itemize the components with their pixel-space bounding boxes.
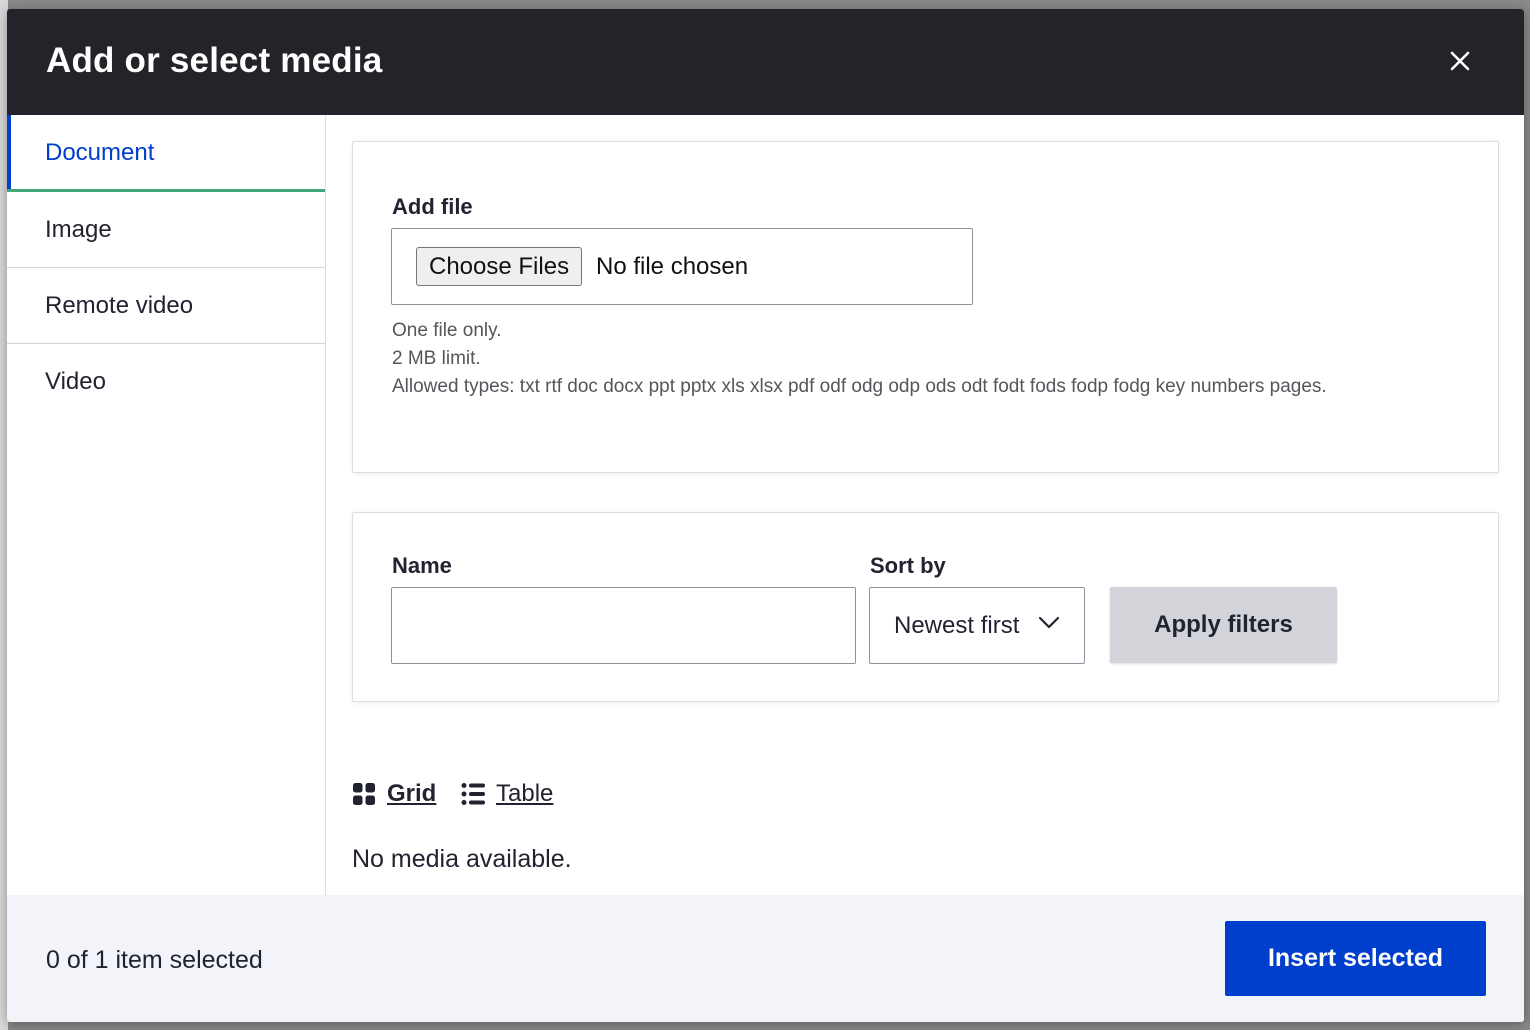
tab-document[interactable]: Document [7, 115, 325, 192]
grid-view-link[interactable]: Grid [352, 780, 436, 808]
grid-view-label: Grid [387, 780, 437, 807]
file-status-text: No file chosen [596, 253, 749, 280]
add-file-label: Add file [392, 194, 473, 219]
file-upload-field[interactable]: Choose Files No file chosen [391, 228, 973, 305]
tab-label: Video [45, 368, 106, 395]
selected-count-text: 0 of 1 item selected [46, 946, 263, 974]
filter-card: Name Sort by Newest first Apply filters [352, 512, 1499, 702]
sort-selected-value: Newest first [894, 612, 1020, 639]
close-button[interactable] [1446, 47, 1474, 75]
close-icon [1450, 51, 1470, 71]
dialog-title: Add or select media [46, 41, 383, 80]
apply-filters-button[interactable]: Apply filters [1110, 587, 1337, 663]
chevron-down-icon [1038, 616, 1060, 629]
table-view-label: Table [496, 780, 554, 807]
list-icon [461, 783, 485, 805]
help-line: Allowed types: txt rtf doc docx ppt pptx… [392, 376, 1327, 397]
media-main-panel: Add file Choose Files No file chosen One… [327, 115, 1524, 895]
media-dialog: Add or select media Document Image Remot… [7, 9, 1524, 1022]
upload-card: Add file Choose Files No file chosen One… [352, 141, 1499, 473]
tab-label: Remote video [45, 292, 194, 319]
tab-label: Image [45, 216, 112, 243]
name-label: Name [392, 553, 452, 578]
tab-remote-video[interactable]: Remote video [7, 268, 325, 344]
tab-image[interactable]: Image [7, 192, 325, 268]
dialog-titlebar: Add or select media [7, 9, 1524, 115]
sort-by-label: Sort by [870, 553, 946, 578]
choose-files-button[interactable]: Choose Files [416, 247, 583, 286]
help-line: 2 MB limit. [392, 348, 481, 369]
upload-help-text: One file only. 2 MB limit. Allowed types… [392, 317, 1327, 401]
table-view-link[interactable]: Table [461, 780, 553, 808]
name-filter-input[interactable] [391, 587, 856, 664]
empty-results-message: No media available. [352, 845, 572, 873]
grid-icon [353, 783, 375, 805]
tab-video[interactable]: Video [7, 344, 325, 420]
tab-label: Document [45, 139, 155, 166]
dialog-footer: 0 of 1 item selected Insert selected [7, 895, 1524, 1022]
sort-by-select[interactable]: Newest first [869, 587, 1085, 664]
media-type-tabs: Document Image Remote video Video [7, 115, 326, 895]
help-line: One file only. [392, 320, 502, 341]
insert-selected-button[interactable]: Insert selected [1225, 921, 1486, 996]
